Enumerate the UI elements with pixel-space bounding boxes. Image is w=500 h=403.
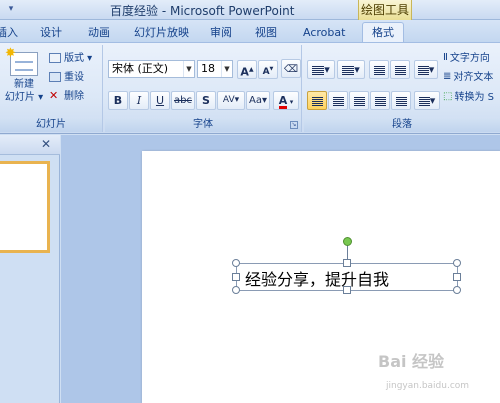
tab-animation[interactable]: 动画: [88, 23, 110, 42]
resize-handle-left[interactable]: [232, 273, 240, 281]
increase-indent-icon: [394, 65, 406, 75]
new-slide-button[interactable]: ✸ 新建 幻灯片 ▾: [2, 47, 46, 111]
numbering-icon: [342, 65, 355, 75]
decrease-indent-button[interactable]: [369, 60, 389, 79]
align-center-button[interactable]: [328, 91, 348, 110]
tab-slideshow[interactable]: 幻灯片放映: [134, 23, 189, 42]
tab-acrobat[interactable]: Acrobat: [303, 23, 345, 42]
font-group: 宋体 (正文) ▼ 18 ▼ A▲ A▼ ⌫ B I U abc S AV▾ A…: [105, 45, 302, 132]
italic-button[interactable]: I: [129, 91, 149, 110]
justify-icon: [374, 96, 386, 106]
slide-thumbnail[interactable]: [0, 161, 50, 253]
slides-group: ✸ 新建 幻灯片 ▾ 版式 ▾ 重设 ✕ 删除 幻灯片: [0, 45, 103, 132]
bullets-button[interactable]: ▾: [307, 60, 335, 79]
delete-icon: ✕: [49, 89, 59, 102]
text-direction-button[interactable]: Ⅱ 文字方向: [442, 49, 500, 66]
layout-icon: [49, 53, 61, 63]
clear-formatting-button[interactable]: ⌫: [281, 59, 301, 78]
paragraph-group-label: 段落: [304, 117, 500, 132]
strikethrough-button[interactable]: abc: [171, 91, 195, 110]
grow-font-button[interactable]: A▲: [237, 60, 257, 79]
line-spacing-button[interactable]: ▾: [414, 60, 438, 79]
drawing-tools-context-title: 绘图工具: [358, 0, 412, 20]
bullets-icon: [312, 65, 325, 75]
slides-panel-header: ✕: [0, 135, 60, 155]
distributed-icon: [395, 96, 407, 106]
new-slide-label-line2: 幻灯片 ▾: [4, 92, 44, 103]
close-icon[interactable]: ✕: [39, 137, 53, 151]
tab-design[interactable]: 设计: [40, 23, 62, 42]
font-color-button[interactable]: A ▾: [273, 91, 299, 110]
slides-group-label: 幻灯片: [0, 117, 102, 132]
reset-icon: [49, 72, 61, 82]
quick-access-dropdown-icon[interactable]: ▾: [4, 3, 18, 16]
slides-panel: ✕: [0, 135, 60, 403]
reset-button[interactable]: 重设: [48, 69, 100, 87]
resize-handle-bottom[interactable]: [343, 286, 351, 294]
tab-review[interactable]: 审阅: [210, 23, 232, 42]
align-left-button[interactable]: [307, 91, 327, 110]
font-dialog-launcher-icon[interactable]: ↘: [290, 121, 298, 129]
underline-button[interactable]: U: [150, 91, 170, 110]
distributed-button[interactable]: [391, 91, 411, 110]
resize-handle-top-left[interactable]: [232, 259, 240, 267]
align-right-icon: [353, 96, 365, 106]
tab-format[interactable]: 格式: [362, 22, 404, 43]
convert-smartart-button[interactable]: ⬚ 转换为 S: [442, 88, 500, 105]
font-name-dropdown-icon[interactable]: ▼: [183, 61, 194, 77]
layout-button[interactable]: 版式 ▾: [48, 50, 100, 68]
shadow-button[interactable]: S: [196, 91, 216, 110]
columns-icon: [418, 96, 430, 106]
rotation-handle[interactable]: [343, 237, 352, 246]
align-text-icon: ≣: [443, 71, 452, 82]
shrink-font-button[interactable]: A▼: [258, 60, 278, 79]
delete-button[interactable]: ✕ 删除: [48, 88, 100, 106]
text-direction-icon: Ⅱ: [443, 52, 448, 63]
line-spacing-icon: [417, 65, 429, 75]
font-group-label: 字体: [105, 117, 301, 132]
tab-view[interactable]: 视图: [255, 23, 277, 42]
resize-handle-bottom-right[interactable]: [453, 286, 461, 294]
align-right-button[interactable]: [349, 91, 369, 110]
font-size-combo[interactable]: 18 ▼: [197, 60, 233, 78]
resize-handle-bottom-left[interactable]: [232, 286, 240, 294]
font-size-dropdown-icon[interactable]: ▼: [221, 61, 232, 77]
ribbon-tabs: 插入 设计 动画 幻灯片放映 审阅 视图 Acrobat 格式: [0, 20, 500, 43]
textbox-text[interactable]: 经验分享，提升自我: [245, 266, 389, 290]
title-bar: ▾ 百度经验 - Microsoft PowerPoint 绘图工具: [0, 0, 500, 20]
selected-textbox[interactable]: 经验分享，提升自我: [232, 237, 461, 294]
columns-button[interactable]: ▾: [414, 91, 440, 110]
clear-formatting-icon: ⌫: [283, 64, 299, 75]
align-left-icon: [311, 96, 323, 106]
window-title: 百度经验 - Microsoft PowerPoint: [110, 4, 295, 18]
bold-button[interactable]: B: [108, 91, 128, 110]
align-center-icon: [332, 96, 344, 106]
resize-handle-top[interactable]: [343, 259, 351, 267]
resize-handle-right[interactable]: [453, 273, 461, 281]
paragraph-group: ▾ ▾ ▾ ▾ Ⅱ 文字方向 ≣ 对齐文本 ⬚ 转换为 S 段落: [304, 45, 500, 132]
character-spacing-button[interactable]: AV▾: [217, 91, 245, 110]
change-case-button[interactable]: Aa▾: [246, 91, 270, 110]
decrease-indent-icon: [373, 65, 385, 75]
new-slide-label-line1: 新建: [14, 79, 34, 90]
new-slide-icon: ✸: [5, 47, 38, 76]
font-name-combo[interactable]: 宋体 (正文) ▼: [108, 60, 195, 78]
numbering-button[interactable]: ▾: [337, 60, 365, 79]
align-text-button[interactable]: ≣ 对齐文本: [442, 68, 500, 85]
resize-handle-top-right[interactable]: [453, 259, 461, 267]
justify-button[interactable]: [370, 91, 390, 110]
baidu-watermark: Bai 经验 jingyan.baidu.com: [378, 352, 470, 391]
ribbon: ✸ 新建 幻灯片 ▾ 版式 ▾ 重设 ✕ 删除 幻灯片 宋体 (正文) ▼ 18 …: [0, 42, 500, 134]
tab-insert[interactable]: 插入: [0, 23, 18, 42]
smartart-icon: ⬚: [443, 91, 453, 102]
increase-indent-button[interactable]: [390, 60, 410, 79]
